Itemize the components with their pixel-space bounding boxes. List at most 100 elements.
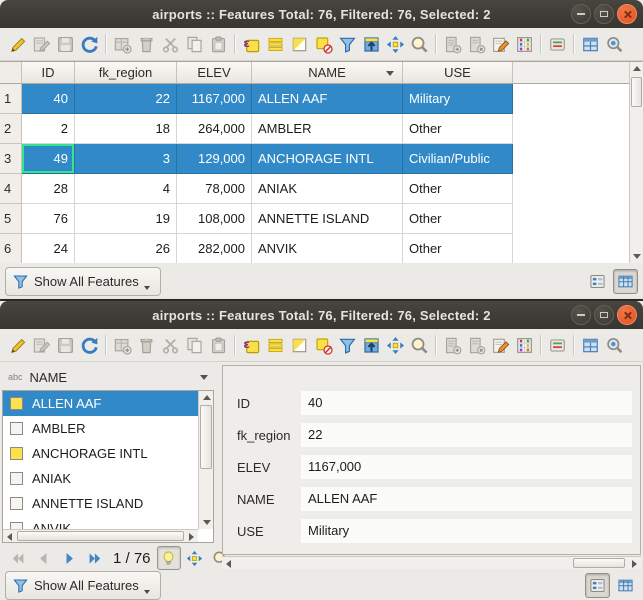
table-actions-button[interactable] xyxy=(545,332,569,358)
minimize-button[interactable] xyxy=(571,4,591,24)
scroll-left-arrow[interactable] xyxy=(222,557,235,570)
field-input-NAME[interactable]: ALLEN AAF xyxy=(301,487,632,511)
corner-header[interactable] xyxy=(0,62,22,84)
cell[interactable]: Military xyxy=(403,84,513,114)
cell[interactable]: 28 xyxy=(22,174,75,204)
field-input-USE[interactable]: Military xyxy=(301,519,632,543)
titlebar[interactable]: airports :: Features Total: 76, Filtered… xyxy=(0,301,643,329)
cell[interactable]: 4 xyxy=(75,174,177,204)
cell[interactable]: 3 xyxy=(75,144,177,174)
move-selection-top-button[interactable] xyxy=(359,31,383,57)
scrollbar-thumb[interactable] xyxy=(17,531,184,541)
next-feature-button[interactable] xyxy=(57,546,81,570)
select-by-expression-button[interactable]: ε xyxy=(239,332,263,358)
cell[interactable]: 76 xyxy=(22,204,75,234)
feature-list-horizontal-scrollbar[interactable] xyxy=(3,529,198,542)
form-view-toggle-button[interactable] xyxy=(585,269,610,294)
scroll-right-arrow[interactable] xyxy=(185,530,198,543)
cell[interactable]: 24 xyxy=(22,234,75,263)
filter-select-form-button[interactable] xyxy=(335,31,359,57)
table-settings-button[interactable] xyxy=(602,31,626,57)
close-button[interactable] xyxy=(617,4,637,24)
zoom-to-selection-button[interactable] xyxy=(407,332,431,358)
titlebar[interactable]: airports :: Features Total: 76, Filtered… xyxy=(0,0,643,28)
row-number[interactable]: 2 xyxy=(0,114,22,144)
cell[interactable]: Other xyxy=(403,174,513,204)
invert-selection-button[interactable] xyxy=(287,31,311,57)
feature-list-item[interactable]: ANVIK xyxy=(3,516,198,529)
deselect-all-button[interactable] xyxy=(311,332,335,358)
last-feature-button[interactable] xyxy=(83,546,107,570)
scrollbar-thumb[interactable] xyxy=(200,405,212,469)
cell[interactable]: AMBLER xyxy=(252,114,403,144)
open-field-calculator-button[interactable] xyxy=(488,31,512,57)
reload-table-button[interactable] xyxy=(77,332,101,358)
dock-attribute-table-button[interactable] xyxy=(578,332,602,358)
row-number[interactable]: 6 xyxy=(0,234,22,263)
cell[interactable]: Civilian/Public xyxy=(403,144,513,174)
cell[interactable]: 40 xyxy=(22,84,75,114)
cell[interactable]: 2 xyxy=(22,114,75,144)
pan-to-feature-button[interactable] xyxy=(183,546,207,570)
table-view-toggle-button[interactable] xyxy=(613,573,638,598)
cell[interactable]: ALLEN AAF xyxy=(252,84,403,114)
select-all-button[interactable] xyxy=(263,332,287,358)
column-header-fk_region[interactable]: fk_region xyxy=(75,62,177,84)
cell[interactable]: 19 xyxy=(75,204,177,234)
scrollbar-thumb[interactable] xyxy=(573,558,625,568)
feature-list-item[interactable]: ANNETTE ISLAND xyxy=(3,491,198,516)
field-input-fk_region[interactable]: 22 xyxy=(301,423,632,447)
table-settings-button[interactable] xyxy=(602,332,626,358)
vertical-scrollbar[interactable] xyxy=(629,62,643,263)
feature-list-vertical-scrollbar[interactable] xyxy=(198,391,213,529)
scroll-left-arrow[interactable] xyxy=(3,530,16,543)
cell[interactable]: 49 xyxy=(22,144,75,174)
minimize-button[interactable] xyxy=(571,305,591,325)
cell[interactable]: Other xyxy=(403,204,513,234)
maximize-button[interactable] xyxy=(594,4,614,24)
cell[interactable]: 108,000 xyxy=(177,204,252,234)
column-header-ELEV[interactable]: ELEV xyxy=(177,62,252,84)
zoom-to-selection-button[interactable] xyxy=(407,31,431,57)
scroll-down-arrow[interactable] xyxy=(630,250,643,263)
move-selection-top-button[interactable] xyxy=(359,332,383,358)
scroll-down-arrow[interactable] xyxy=(200,516,213,529)
table-actions-button[interactable] xyxy=(545,31,569,57)
cell[interactable]: 26 xyxy=(75,234,177,263)
invert-selection-button[interactable] xyxy=(287,332,311,358)
cell[interactable]: ANNETTE ISLAND xyxy=(252,204,403,234)
cell[interactable]: 22 xyxy=(75,84,177,114)
toggle-editing-button[interactable] xyxy=(5,31,29,57)
form-view-toggle-button[interactable] xyxy=(585,573,610,598)
scroll-up-arrow[interactable] xyxy=(200,391,213,404)
scroll-right-arrow[interactable] xyxy=(628,557,641,570)
table-view-toggle-button[interactable] xyxy=(613,269,638,294)
preview-field-selector[interactable]: abc NAME xyxy=(2,365,214,389)
highlight-feature-button[interactable] xyxy=(157,546,181,570)
form-horizontal-scrollbar[interactable] xyxy=(222,556,641,569)
column-header-USE[interactable]: USE xyxy=(403,62,513,84)
column-header-NAME[interactable]: NAME xyxy=(252,62,403,84)
cell[interactable]: 1167,000 xyxy=(177,84,252,114)
row-number[interactable]: 3 xyxy=(0,144,22,174)
cell[interactable]: 18 xyxy=(75,114,177,144)
open-field-calculator-button[interactable] xyxy=(488,332,512,358)
pan-to-selection-button[interactable] xyxy=(383,332,407,358)
show-all-features-button[interactable]: Show All Features xyxy=(5,571,161,600)
feature-list-item[interactable]: AMBLER xyxy=(3,416,198,441)
cell[interactable]: 78,000 xyxy=(177,174,252,204)
cell[interactable]: Other xyxy=(403,114,513,144)
cell[interactable]: 264,000 xyxy=(177,114,252,144)
select-all-button[interactable] xyxy=(263,31,287,57)
conditional-formatting-button[interactable] xyxy=(512,332,536,358)
cell[interactable]: 129,000 xyxy=(177,144,252,174)
maximize-button[interactable] xyxy=(594,305,614,325)
row-number[interactable]: 4 xyxy=(0,174,22,204)
column-header-ID[interactable]: ID xyxy=(22,62,75,84)
toggle-editing-button[interactable] xyxy=(5,332,29,358)
close-button[interactable] xyxy=(617,305,637,325)
row-number[interactable]: 1 xyxy=(0,84,22,114)
cell[interactable]: ANIAK xyxy=(252,174,403,204)
filter-select-form-button[interactable] xyxy=(335,332,359,358)
field-input-ELEV[interactable]: 1167,000 xyxy=(301,455,632,479)
